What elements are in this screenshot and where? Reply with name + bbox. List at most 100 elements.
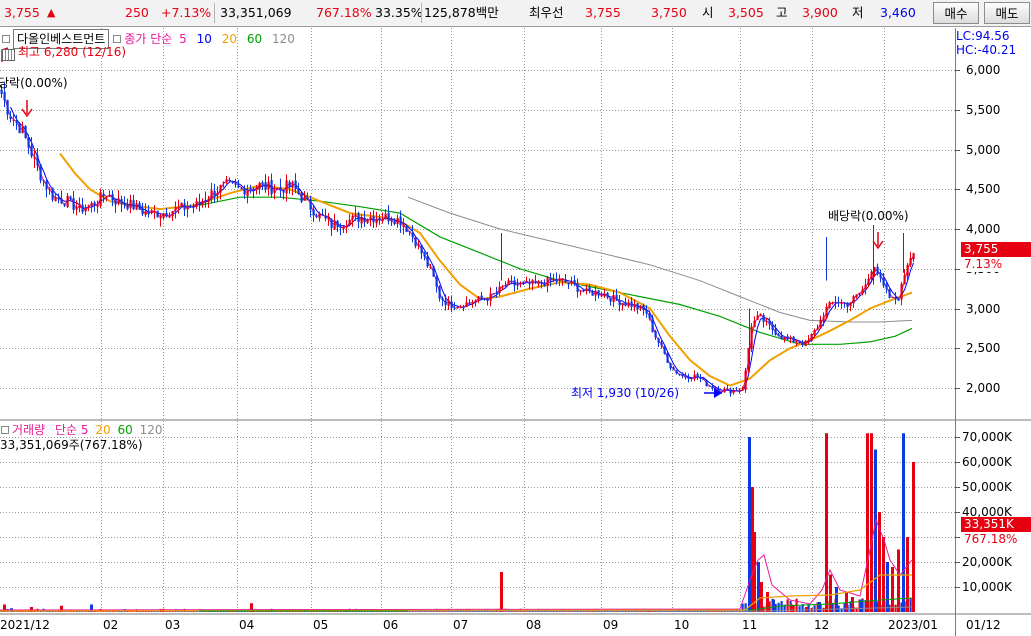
candle-body <box>261 182 264 184</box>
candle-body <box>255 187 258 191</box>
candle-body <box>300 193 303 202</box>
candle-body <box>243 188 246 195</box>
candle-body <box>450 301 453 309</box>
candle-body <box>24 126 27 138</box>
candle-body <box>321 213 324 216</box>
candle-body <box>777 334 780 337</box>
candle-body <box>744 370 747 390</box>
candle-body <box>171 211 174 217</box>
candle-body <box>369 217 372 221</box>
calendar-icon[interactable] <box>2 49 15 61</box>
candle-body <box>129 199 132 209</box>
candle-body <box>477 296 480 300</box>
candle-body <box>702 378 705 380</box>
candle-body <box>867 278 870 285</box>
candle-body <box>276 187 279 189</box>
candle-body <box>141 208 144 215</box>
candle-body <box>42 180 45 182</box>
candle-body <box>753 320 756 328</box>
legend-square-icon[interactable] <box>113 35 122 43</box>
volume-bar <box>874 449 877 612</box>
candle-body <box>345 226 348 228</box>
candle-body <box>690 378 693 380</box>
legend-square-icon[interactable] <box>2 35 10 43</box>
candle-body <box>309 199 312 210</box>
candle-body <box>294 180 297 189</box>
candle-body <box>408 231 411 233</box>
candle-body <box>885 284 888 289</box>
ma60-line <box>199 196 913 345</box>
candle-body <box>840 302 843 304</box>
candle-body <box>87 205 90 207</box>
candle-body <box>825 306 828 319</box>
volume-bar <box>912 462 915 612</box>
volume-bar <box>897 549 900 612</box>
candle-body <box>21 126 24 134</box>
candle-body <box>102 193 105 197</box>
legend-ma10: 10 <box>196 32 212 46</box>
candle-body <box>627 302 630 307</box>
candle-body <box>54 197 57 202</box>
candle-body <box>435 277 438 287</box>
candle-body <box>864 284 867 290</box>
price-tick-label: 3,000 <box>966 301 1001 316</box>
volume-bar <box>818 602 821 612</box>
candle-body <box>222 182 225 184</box>
last-volume-pct-tag: 767.18% <box>961 532 1031 547</box>
candle-body <box>417 244 420 246</box>
candle-body <box>432 266 435 277</box>
candle-body <box>708 385 711 387</box>
volume-bar <box>825 433 828 612</box>
candle-body <box>69 196 72 198</box>
candle-body <box>108 195 111 197</box>
candle-body <box>57 197 60 199</box>
candle-body <box>72 198 75 210</box>
candle-body <box>372 216 375 223</box>
candle-body <box>828 302 831 308</box>
candle-body <box>588 287 591 292</box>
candle-body <box>96 204 99 207</box>
candle-body <box>159 216 162 219</box>
volume-ma-lines <box>0 518 913 612</box>
date-tick-label: 01/12 <box>966 618 1001 632</box>
candle-body <box>468 302 471 304</box>
candle-body <box>549 277 552 281</box>
candle-body <box>696 373 699 378</box>
candle-body <box>807 340 810 342</box>
candle-body <box>759 313 762 316</box>
candle-body <box>819 319 822 329</box>
candle-body <box>480 295 483 299</box>
candle-body <box>567 283 570 285</box>
candle-body <box>111 194 114 201</box>
legend-ma60: 60 <box>246 32 263 46</box>
candle-body <box>900 283 903 300</box>
candle-body <box>858 292 861 294</box>
candle-body <box>624 302 627 306</box>
price-tick-label: 5,500 <box>966 102 1001 117</box>
candle-body <box>393 221 396 225</box>
candle-body <box>330 219 333 229</box>
volume-bar <box>902 433 905 612</box>
candle-body <box>459 306 462 308</box>
candle-body <box>507 280 510 286</box>
date-tick-label: 2023/01 <box>888 618 938 632</box>
candle-body <box>213 190 216 197</box>
dividend-annotation-left: 당락(0.00%) <box>0 76 68 90</box>
candle-body <box>378 217 381 221</box>
candle-body <box>423 253 426 257</box>
candle-body <box>783 337 786 340</box>
last-volume-tag: 33,351K <box>961 517 1031 532</box>
candle-body <box>228 179 231 181</box>
price-tick-label: 2,500 <box>966 341 1001 356</box>
candle-body <box>669 363 672 369</box>
legend-vma20: 20 <box>95 423 111 437</box>
candle-body <box>144 211 147 215</box>
candle-body <box>672 367 675 370</box>
candle-body <box>360 217 363 224</box>
stock-chart[interactable] <box>0 0 1031 636</box>
candle-body <box>453 307 456 309</box>
candle-body <box>177 206 180 208</box>
legend-square-icon[interactable] <box>1 426 9 434</box>
candle-body <box>234 183 237 185</box>
candle-body <box>606 292 609 298</box>
